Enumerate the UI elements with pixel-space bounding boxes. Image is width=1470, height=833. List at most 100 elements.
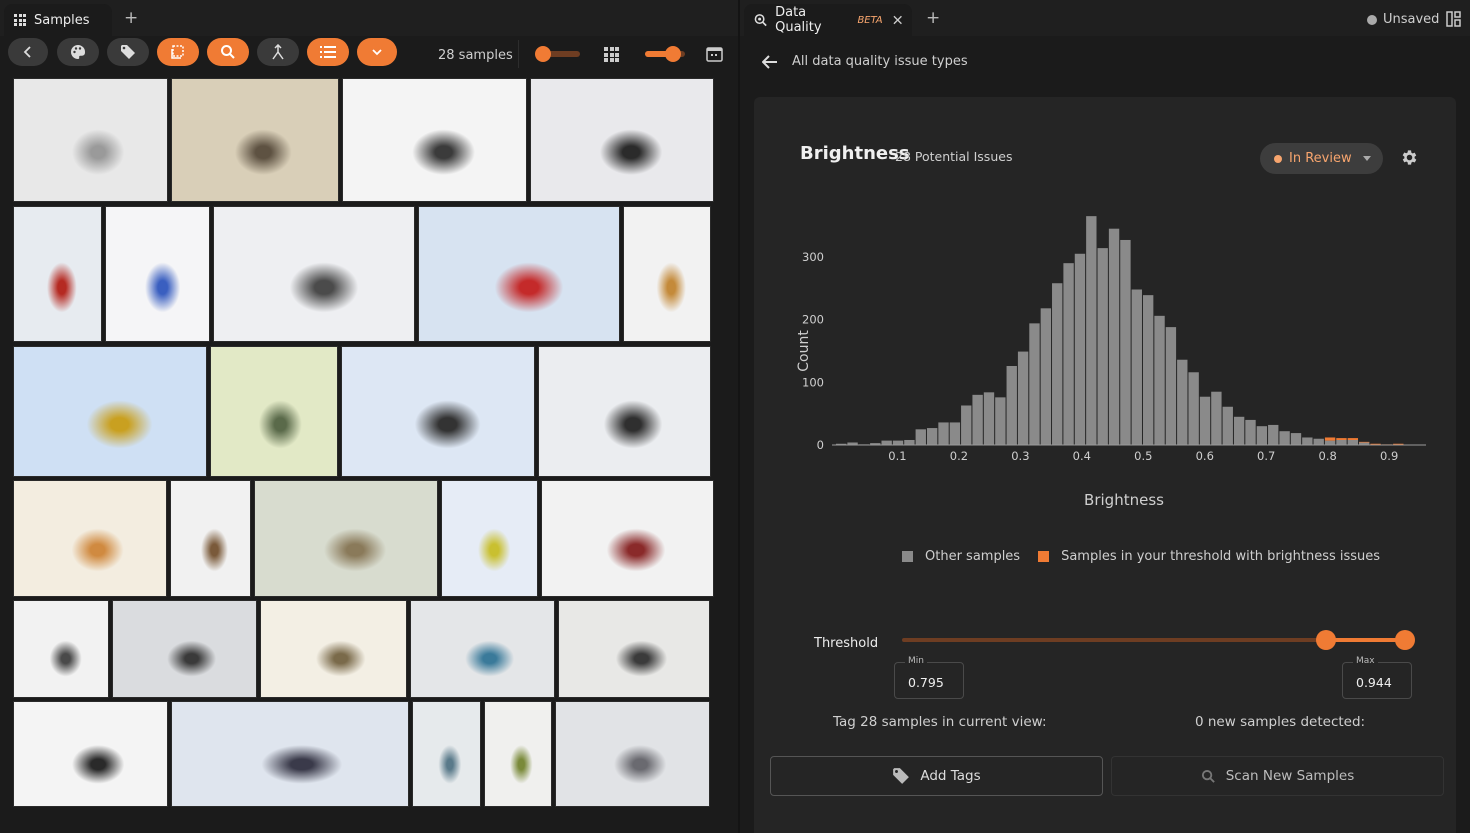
add-tags-button[interactable]: Add Tags [770, 756, 1103, 796]
sample-thumbnail[interactable] [213, 206, 415, 342]
sample-thumbnail[interactable] [418, 206, 620, 342]
thumbnail-size-slider-knob[interactable] [535, 46, 551, 62]
histogram-bar-other[interactable] [1063, 263, 1074, 445]
sample-thumbnail[interactable] [254, 480, 438, 597]
histogram-bar-other[interactable] [904, 439, 915, 445]
review-status-dropdown[interactable]: In Review [1260, 143, 1383, 174]
histogram-bar-threshold[interactable] [1359, 441, 1370, 443]
histogram-bar-other[interactable] [1336, 439, 1347, 445]
histogram-bar-other[interactable] [1165, 327, 1177, 445]
threshold-max-handle[interactable] [1395, 630, 1416, 650]
sample-thumbnail[interactable] [13, 206, 102, 342]
sample-thumbnail[interactable] [541, 480, 714, 597]
histogram-bar-other[interactable] [1256, 426, 1268, 445]
sample-thumbnail[interactable] [112, 600, 257, 698]
sample-thumbnail[interactable] [412, 701, 481, 807]
scan-new-samples-button[interactable]: Scan New Samples [1111, 756, 1444, 796]
sample-thumbnail[interactable] [260, 600, 407, 698]
histogram-bar-other[interactable] [1302, 437, 1313, 445]
threshold-slider[interactable] [902, 630, 1416, 650]
zoom-slider-knob[interactable] [665, 46, 681, 62]
sample-thumbnail[interactable] [623, 206, 711, 342]
tab-samples[interactable]: Samples [4, 4, 112, 36]
sample-thumbnail[interactable] [555, 701, 710, 807]
histogram-bar-other[interactable] [1268, 424, 1279, 445]
histogram-bar-other[interactable] [1029, 323, 1040, 445]
histogram-bar-other[interactable] [1233, 416, 1245, 445]
histogram-bar-other[interactable] [1211, 391, 1222, 445]
search-button[interactable] [207, 38, 249, 66]
histogram-bar-other[interactable] [1097, 248, 1108, 445]
histogram-bar-other[interactable] [1290, 433, 1302, 445]
histogram-bar-other[interactable] [1245, 419, 1256, 445]
back-to-issue-types[interactable]: All data quality issue types [762, 54, 968, 69]
split-layout-button[interactable] [1446, 11, 1461, 31]
thumbnail-size-slider[interactable] [535, 46, 580, 62]
histogram-bar-other[interactable] [961, 405, 972, 445]
histogram-bar-other[interactable] [1347, 439, 1359, 445]
sample-thumbnail[interactable] [410, 600, 555, 698]
sample-thumbnail[interactable] [13, 346, 207, 477]
layout-button[interactable] [706, 47, 723, 66]
threshold-max-input[interactable] [1356, 675, 1404, 690]
histogram-bar-other[interactable] [1120, 239, 1131, 445]
histogram-bar-threshold[interactable] [1324, 437, 1336, 441]
histogram-bar-other[interactable] [1222, 406, 1233, 445]
threshold-max-field[interactable]: Max [1342, 656, 1412, 699]
threshold-min-input[interactable] [908, 675, 956, 690]
histogram-bar-threshold[interactable] [1347, 438, 1359, 440]
threshold-min-handle[interactable] [1316, 630, 1336, 650]
histogram-bar-threshold[interactable] [1336, 438, 1347, 440]
settings-button[interactable] [1400, 148, 1419, 171]
sample-thumbnail[interactable] [171, 78, 339, 202]
histogram-bar-other[interactable] [1074, 253, 1086, 445]
sample-thumbnail[interactable] [13, 78, 168, 202]
histogram-bar-other[interactable] [1188, 372, 1199, 445]
close-icon[interactable] [893, 15, 902, 25]
sample-thumbnail[interactable] [170, 480, 251, 597]
merge-button[interactable] [257, 38, 299, 66]
add-tab-button[interactable]: + [124, 8, 138, 28]
histogram-bar-other[interactable] [1324, 440, 1336, 445]
histogram-bar-other[interactable] [995, 397, 1006, 445]
select-region-button[interactable] [157, 38, 199, 66]
sample-thumbnail[interactable] [13, 480, 167, 597]
sample-thumbnail[interactable] [210, 346, 338, 477]
sample-thumbnail[interactable] [13, 600, 109, 698]
list-button[interactable] [307, 38, 349, 66]
histogram-bar-other[interactable] [915, 429, 926, 445]
histogram-bar-other[interactable] [983, 392, 995, 445]
zoom-slider[interactable] [645, 46, 685, 62]
histogram-bar-other[interactable] [926, 428, 938, 445]
histogram-bar-other[interactable] [1017, 351, 1029, 445]
sample-thumbnail[interactable] [105, 206, 210, 342]
histogram-bar-other[interactable] [1177, 359, 1188, 445]
add-tab-button[interactable]: + [926, 8, 940, 28]
histogram-bar-other[interactable] [1052, 283, 1063, 445]
sample-thumbnail[interactable] [558, 600, 710, 698]
histogram-bar-other[interactable] [1108, 228, 1120, 445]
histogram-bar-other[interactable] [1131, 289, 1142, 445]
histogram-bar-other[interactable] [1006, 365, 1017, 445]
sample-thumbnail[interactable] [538, 346, 711, 477]
histogram-bar-other[interactable] [938, 422, 949, 445]
histogram-bar-other[interactable] [1086, 216, 1097, 445]
more-options-button[interactable] [357, 38, 397, 66]
histogram-bar-other[interactable] [1279, 431, 1290, 445]
color-scheme-button[interactable] [57, 38, 99, 66]
sample-thumbnail[interactable] [530, 78, 714, 202]
tab-data-quality[interactable]: Data Quality BETA [744, 4, 912, 36]
histogram-bar-other[interactable] [1313, 438, 1324, 445]
sample-thumbnail[interactable] [341, 346, 535, 477]
tag-button[interactable] [107, 38, 149, 66]
grid-view-button[interactable] [604, 47, 619, 62]
sample-thumbnail[interactable] [441, 480, 538, 597]
histogram-bar-other[interactable] [949, 422, 961, 445]
threshold-min-field[interactable]: Min [894, 656, 964, 699]
sample-thumbnail[interactable] [342, 78, 527, 202]
histogram-bar-other[interactable] [972, 394, 983, 445]
sample-thumbnail[interactable] [484, 701, 552, 807]
histogram-bar-other[interactable] [1142, 295, 1154, 445]
histogram-bar-other[interactable] [1154, 315, 1165, 445]
sample-thumbnail[interactable] [171, 701, 409, 807]
